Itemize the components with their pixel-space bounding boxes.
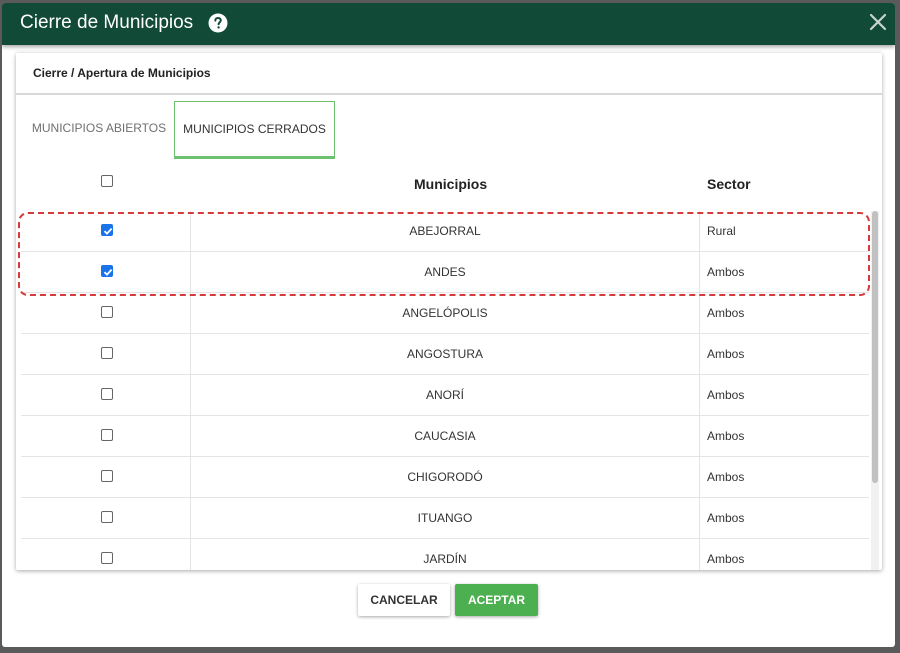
row-checkbox-cell xyxy=(21,416,191,457)
row-checkbox[interactable] xyxy=(101,429,113,441)
sector-cell: Ambos xyxy=(707,306,745,320)
row-checkbox-cell xyxy=(21,252,191,293)
table-row[interactable]: ANORÍ Ambos xyxy=(21,375,869,416)
table-row[interactable]: CHIGORODÓ Ambos xyxy=(21,457,869,498)
table-scrollbar[interactable] xyxy=(871,211,879,570)
table-body: ABEJORRAL Rural ANDES Ambos ANGELÓPOLIS … xyxy=(21,211,869,570)
help-circle-icon[interactable] xyxy=(208,13,228,33)
row-checkbox[interactable] xyxy=(101,511,113,523)
row-checkbox-cell xyxy=(21,211,191,252)
sector-cell: Ambos xyxy=(707,429,745,443)
municipio-cell: JARDÍN xyxy=(191,539,700,570)
card-header: Cierre / Apertura de Municipios xyxy=(16,53,882,95)
municipio-cell: CAUCASIA xyxy=(191,416,700,457)
row-checkbox-cell xyxy=(21,457,191,498)
sector-cell: Ambos xyxy=(707,265,745,279)
municipio-cell: ITUANGO xyxy=(191,498,700,539)
row-checkbox[interactable] xyxy=(101,306,113,318)
municipio-cell: ABEJORRAL xyxy=(191,211,700,252)
dialog-title: Cierre de Municipios xyxy=(20,12,194,33)
table-row[interactable]: JARDÍN Ambos xyxy=(21,539,869,570)
row-checkbox[interactable] xyxy=(101,265,113,277)
table-row[interactable]: ANGOSTURA Ambos xyxy=(21,334,869,375)
modal-dialog: Cierre de Municipios Cierre / Apertura d… xyxy=(2,3,895,647)
row-checkbox-cell xyxy=(21,539,191,570)
row-checkbox-cell xyxy=(21,375,191,416)
dialog-titlebar: Cierre de Municipios xyxy=(2,3,895,45)
row-checkbox[interactable] xyxy=(101,224,113,236)
tab-municipios-abiertos[interactable]: MUNICIPIOS ABIERTOS xyxy=(25,101,173,159)
table-row[interactable]: ITUANGO Ambos xyxy=(21,498,869,539)
checkmark-icon xyxy=(103,227,113,235)
row-checkbox[interactable] xyxy=(101,347,113,359)
table-row[interactable]: CAUCASIA Ambos xyxy=(21,416,869,457)
cancel-button[interactable]: CANCELAR xyxy=(358,584,450,616)
select-all-checkbox[interactable] xyxy=(101,175,113,187)
municipio-cell: ANGELÓPOLIS xyxy=(191,293,700,334)
column-header-municipios: Municipios xyxy=(414,176,488,192)
row-checkbox[interactable] xyxy=(101,552,113,564)
close-icon[interactable] xyxy=(868,12,888,32)
table-row[interactable]: ABEJORRAL Rural xyxy=(21,211,869,252)
scrollbar-thumb[interactable] xyxy=(872,211,878,483)
sector-cell: Ambos xyxy=(707,388,745,402)
table-header: Municipios Sector xyxy=(21,161,868,211)
municipio-cell: CHIGORODÓ xyxy=(191,457,700,498)
municipios-card: Cierre / Apertura de Municipios MUNICIPI… xyxy=(16,53,882,570)
row-checkbox-cell xyxy=(21,334,191,375)
card-header-title: Cierre / Apertura de Municipios xyxy=(33,66,211,80)
row-checkbox[interactable] xyxy=(101,470,113,482)
sector-cell: Rural xyxy=(707,224,736,238)
column-header-sector: Sector xyxy=(707,176,751,192)
row-checkbox-cell xyxy=(21,498,191,539)
table-row[interactable]: ANDES Ambos xyxy=(21,252,869,293)
row-checkbox[interactable] xyxy=(101,388,113,400)
table-row[interactable]: ANGELÓPOLIS Ambos xyxy=(21,293,869,334)
municipio-cell: ANDES xyxy=(191,252,700,293)
sector-cell: Ambos xyxy=(707,552,745,566)
sector-cell: Ambos xyxy=(707,470,745,484)
sector-cell: Ambos xyxy=(707,511,745,525)
accept-button[interactable]: ACEPTAR xyxy=(455,584,538,616)
municipio-cell: ANGOSTURA xyxy=(191,334,700,375)
sector-cell: Ambos xyxy=(707,347,745,361)
tab-municipios-cerrados[interactable]: MUNICIPIOS CERRADOS xyxy=(174,101,335,159)
row-checkbox-cell xyxy=(21,293,191,334)
municipio-cell: ANORÍ xyxy=(191,375,700,416)
checkmark-icon xyxy=(103,268,113,276)
